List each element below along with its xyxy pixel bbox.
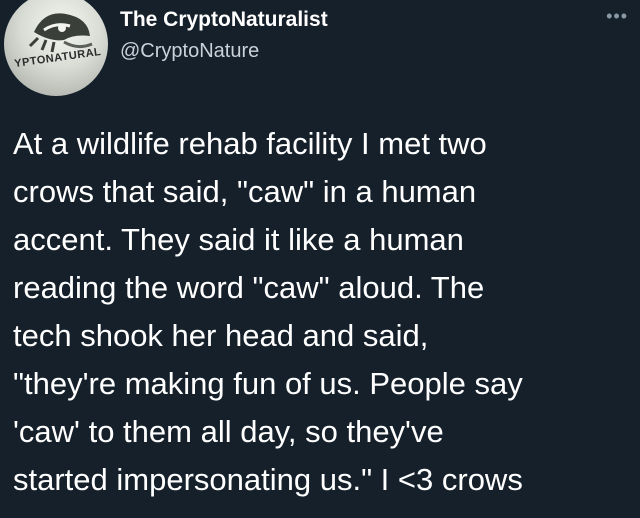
author-handle[interactable]: @CryptoNature bbox=[120, 40, 259, 63]
tweet-text: At a wildlife rehab facility I met two c… bbox=[13, 126, 523, 497]
tweet-card: YPTONATURAL The CryptoNaturalist @Crypto… bbox=[0, 0, 640, 518]
avatar[interactable]: YPTONATURAL bbox=[4, 0, 108, 96]
more-dots-icon[interactable]: ••• bbox=[606, 6, 628, 27]
author-display-name[interactable]: The CryptoNaturalist bbox=[120, 8, 328, 32]
